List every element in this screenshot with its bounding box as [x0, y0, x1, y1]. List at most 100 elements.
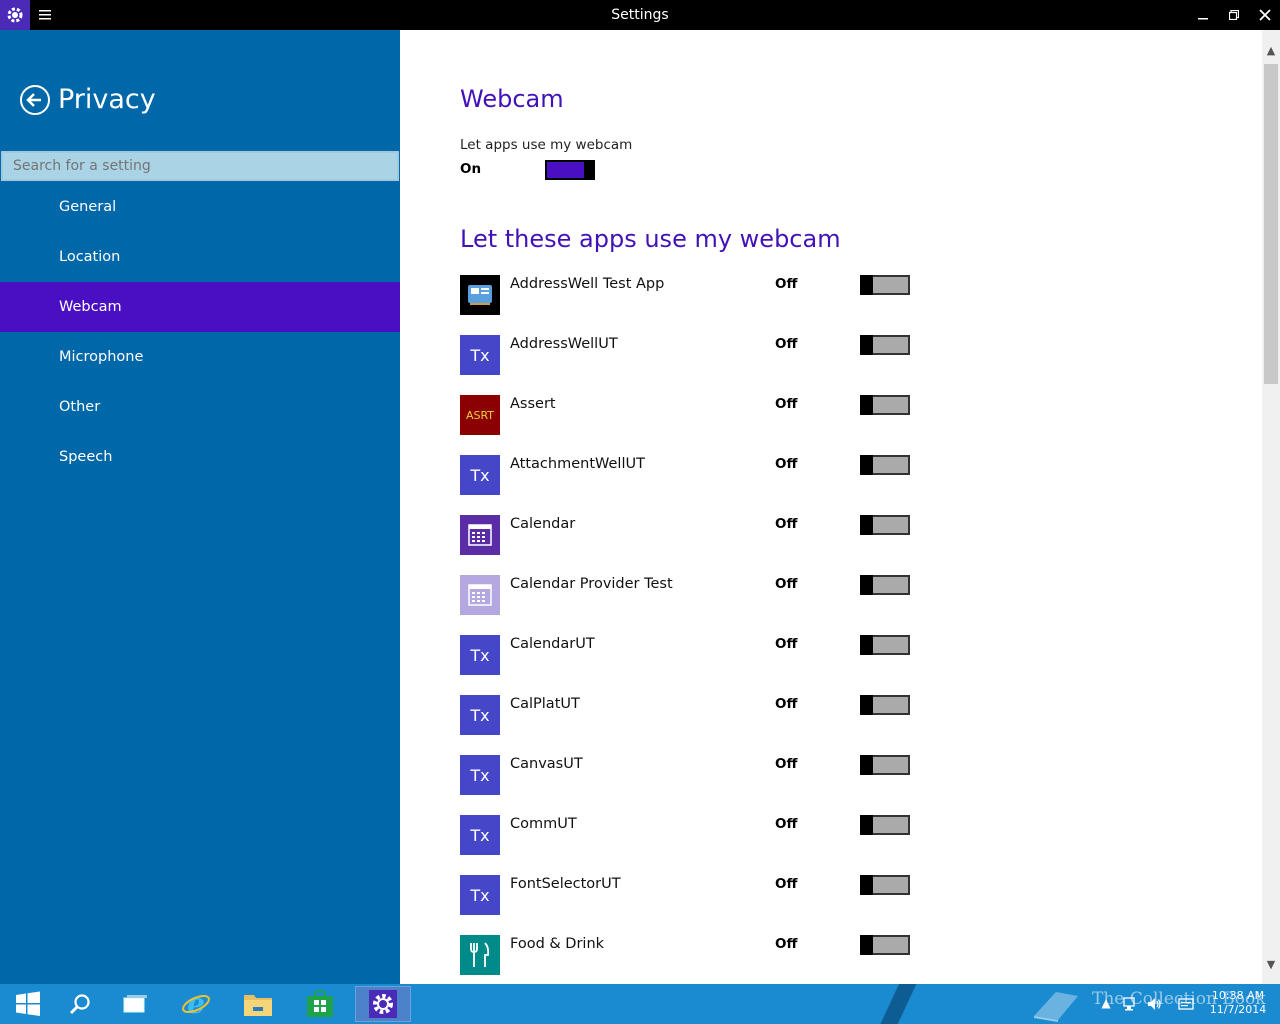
tx-icon: Tx: [460, 695, 500, 735]
app-webcam-toggle[interactable]: [860, 455, 910, 475]
app-name: AttachmentWellUT: [510, 456, 645, 472]
toggle-knob: [860, 575, 873, 595]
network-icon[interactable]: [1122, 996, 1138, 1012]
app-row: Food & Drink Off: [460, 935, 920, 984]
section-heading: Webcam: [460, 85, 564, 113]
tx-icon: Tx: [460, 875, 500, 915]
app-name: CanvasUT: [510, 756, 583, 772]
app-webcam-toggle[interactable]: [860, 935, 910, 955]
food-drink-icon: [460, 935, 500, 975]
internet-explorer-icon[interactable]: e: [168, 986, 224, 1022]
file-explorer-icon[interactable]: [230, 986, 286, 1022]
toggle-knob: [860, 815, 873, 835]
app-webcam-toggle[interactable]: [860, 815, 910, 835]
app-state: Off: [775, 576, 798, 592]
app-name: AddressWell Test App: [510, 276, 665, 292]
volume-icon[interactable]: [1146, 996, 1162, 1012]
app-webcam-toggle[interactable]: [860, 755, 910, 775]
app-state: Off: [775, 936, 798, 952]
sidebar: Privacy General Location Webcam Micropho…: [0, 30, 400, 984]
toggle-knob: [860, 395, 873, 415]
app-row: Tx CalendarUT Off: [460, 635, 920, 695]
app-state: Off: [775, 756, 798, 772]
app-state: Off: [775, 816, 798, 832]
taskbar-decoration: [855, 984, 945, 1024]
app-row: Tx AttachmentWellUT Off: [460, 455, 920, 515]
app-state: Off: [775, 336, 798, 352]
search-input[interactable]: [1, 151, 399, 181]
calendar-icon: [460, 575, 500, 615]
sidebar-item-location[interactable]: Location: [0, 232, 400, 282]
close-button[interactable]: [1250, 0, 1280, 30]
task-view-icon[interactable]: [108, 986, 164, 1022]
back-arrow-icon[interactable]: [19, 84, 51, 116]
app-webcam-toggle[interactable]: [860, 575, 910, 595]
app-webcam-toggle[interactable]: [860, 635, 910, 655]
toggle-knob: [860, 515, 873, 535]
toggle-knob: [860, 455, 873, 475]
sidebar-item-speech[interactable]: Speech: [0, 432, 400, 482]
vertical-scrollbar[interactable]: ▲ ▼: [1262, 30, 1280, 984]
app-state: Off: [775, 636, 798, 652]
sidebar-item-microphone[interactable]: Microphone: [0, 332, 400, 382]
book-watermark-icon: [1030, 986, 1082, 1022]
scroll-thumb[interactable]: [1264, 64, 1278, 384]
toggle-knob: [860, 635, 873, 655]
page-title: Privacy: [58, 84, 156, 115]
toggle-knob: [860, 275, 873, 295]
apps-heading: Let these apps use my webcam: [460, 225, 841, 253]
app-webcam-toggle[interactable]: [860, 875, 910, 895]
app-state: Off: [775, 696, 798, 712]
toggle-knob: [860, 755, 873, 775]
toggle-knob: [860, 935, 873, 955]
app-webcam-toggle[interactable]: [860, 395, 910, 415]
app-name: FontSelectorUT: [510, 876, 621, 892]
app-row: Tx CommUT Off: [460, 815, 920, 875]
app-state: Off: [775, 876, 798, 892]
asrt-icon: ASRT: [460, 395, 500, 435]
settings-taskbar-icon[interactable]: [355, 986, 411, 1022]
tx-icon: Tx: [460, 335, 500, 375]
search-icon[interactable]: [52, 986, 108, 1022]
app-row: Tx FontSelectorUT Off: [460, 875, 920, 935]
app-row: Calendar Off: [460, 515, 920, 575]
app-row: AddressWell Test App Off: [460, 275, 920, 335]
scroll-up-icon[interactable]: ▲: [1262, 40, 1280, 60]
start-windows-icon[interactable]: [0, 986, 56, 1022]
app-name: Calendar: [510, 516, 576, 532]
app-name: CalPlatUT: [510, 696, 580, 712]
scroll-down-icon[interactable]: ▼: [1262, 954, 1280, 974]
tx-icon: Tx: [460, 635, 500, 675]
addresswell-test-icon: [460, 275, 500, 315]
app-webcam-toggle[interactable]: [860, 695, 910, 715]
app-name: Food & Drink: [510, 936, 605, 952]
toggle-knob: [860, 875, 873, 895]
app-webcam-toggle[interactable]: [860, 275, 910, 295]
calendar-icon: [460, 515, 500, 555]
title-bar: Settings: [0, 0, 1280, 30]
toggle-knob: [584, 160, 595, 180]
sidebar-nav: General Location Webcam Microphone Other…: [0, 182, 400, 482]
clock-time: 10:38 AM: [1211, 989, 1265, 1002]
app-row: Tx CalPlatUT Off: [460, 695, 920, 755]
app-webcam-toggle[interactable]: [860, 335, 910, 355]
minimize-button[interactable]: [1188, 0, 1218, 30]
sidebar-item-general[interactable]: General: [0, 182, 400, 232]
store-icon[interactable]: [292, 986, 348, 1022]
restore-button[interactable]: [1219, 0, 1249, 30]
toggle-knob: [860, 335, 873, 355]
app-row: Calendar Provider Test Off: [460, 575, 920, 635]
clock-date: 11/7/2014: [1209, 1003, 1267, 1016]
svg-text:e: e: [187, 989, 205, 1019]
tx-icon: Tx: [460, 815, 500, 855]
system-clock[interactable]: 10:38 AM 11/7/2014: [1208, 989, 1268, 1017]
master-webcam-toggle[interactable]: [545, 160, 595, 180]
tx-icon: Tx: [460, 755, 500, 795]
master-toggle-state: On: [460, 161, 482, 177]
show-hidden-icons-icon[interactable]: ▲: [1098, 996, 1114, 1012]
sidebar-item-webcam[interactable]: Webcam: [0, 282, 400, 332]
app-webcam-toggle[interactable]: [860, 515, 910, 535]
sidebar-item-other[interactable]: Other: [0, 382, 400, 432]
action-center-icon[interactable]: [1178, 996, 1194, 1012]
tx-icon: Tx: [460, 455, 500, 495]
